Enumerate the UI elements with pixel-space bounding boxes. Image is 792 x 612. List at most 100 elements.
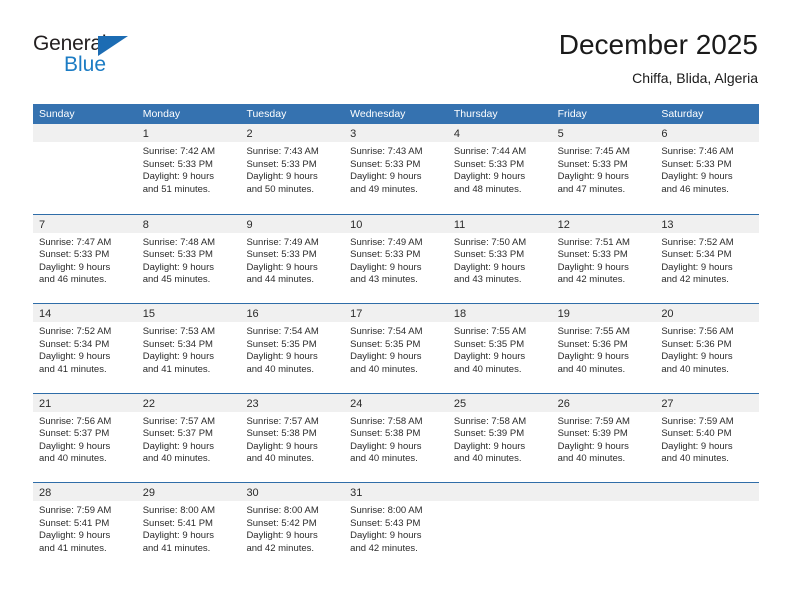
day-detail-line: and 40 minutes. (453, 363, 522, 375)
day-cell-18[interactable]: 18 Sunrise: 7:55 AM Sunset: 5:35 PM Dayligh… (447, 304, 552, 393)
day-detail-line: Sunset: 5:39 PM (557, 428, 628, 440)
day-number: 16 (246, 308, 259, 320)
day-cell-27[interactable]: 27 Sunrise: 7:59 AM Sunset: 5:40 PM Dayligh… (655, 393, 760, 483)
day-details: Sunrise: 7:47 AM Sunset: 5:33 PM Daylight:… (33, 233, 137, 287)
day-detail-line: Sunset: 5:42 PM (246, 517, 317, 529)
day-number: 6 (661, 128, 668, 140)
day-details: Sunrise: 7:48 AM Sunset: 5:33 PM Daylight:… (137, 233, 241, 287)
day-cell-10[interactable]: 10 Sunrise: 7:49 AM Sunset: 5:33 PM Dayligh… (344, 214, 448, 304)
day-cell-23[interactable]: 23 Sunrise: 7:57 AM Sunset: 5:38 PM Dayligh… (240, 393, 345, 483)
day-detail-line: Sunrise: 7:54 AM (350, 326, 423, 337)
day-detail-line: Daylight: 9 hours (661, 440, 733, 452)
day-cell-30[interactable]: 30 Sunrise: 8:00 AM Sunset: 5:42 PM Dayligh… (240, 483, 345, 572)
day-cell-1[interactable]: 1 Sunrise: 7:42 AM Sunset: 5:33 PM Daylight… (136, 124, 241, 214)
day-detail-line: Daylight: 9 hours (557, 171, 629, 183)
day-detail-line: Sunset: 5:33 PM (142, 249, 213, 261)
day-detail-line: and 40 minutes. (350, 453, 418, 465)
day-detail-line: Sunrise: 7:47 AM (39, 236, 112, 248)
day-details: Sunrise: 7:50 AM Sunset: 5:33 PM Daylight:… (448, 233, 552, 287)
day-cell-25[interactable]: 25 Sunrise: 7:58 AM Sunset: 5:39 PM Dayligh… (447, 393, 552, 483)
day-detail-line: Daylight: 9 hours (142, 440, 215, 452)
day-number: 9 (246, 218, 253, 231)
day-number: 18 (453, 308, 467, 320)
day-number-band: 14 (33, 304, 137, 322)
day-detail-line: Sunrise: 7:52 AM (661, 236, 734, 248)
day-detail-line: Sunrise: 7:45 AM (557, 146, 630, 157)
day-detail-line: Sunset: 5:33 PM (453, 249, 525, 261)
day-number: 8 (142, 218, 149, 231)
day-cell-20[interactable]: 20 Sunrise: 7:56 AM Sunset: 5:36 PM Dayligh… (655, 304, 760, 393)
day-detail-line: and 41 minutes. (142, 363, 211, 375)
day-cell-16[interactable]: 16 Sunrise: 7:54 AM Sunset: 5:35 PM Dayligh… (240, 304, 345, 393)
day-cell-14[interactable]: 14 Sunrise: 7:52 AM Sunset: 5:34 PM Dayligh… (33, 304, 137, 393)
day-cell-8[interactable]: 8 Sunrise: 7:48 AM Sunset: 5:33 PM Daylight… (136, 214, 241, 304)
day-number-band: 13 (655, 214, 760, 233)
day-details: Sunrise: 7:57 AM Sunset: 5:38 PM Daylight:… (240, 412, 344, 466)
day-detail-line: and 40 minutes. (39, 453, 107, 465)
day-details: Sunrise: 8:00 AM Sunset: 5:43 PM Daylight:… (344, 501, 448, 555)
day-detail-line: Daylight: 9 hours (453, 261, 526, 273)
day-detail-line: Daylight: 9 hours (557, 261, 629, 273)
day-detail-line: and 50 minutes. (246, 183, 315, 195)
weekday-header-saturday: Saturday (661, 108, 704, 120)
day-number: 1 (142, 128, 149, 140)
day-detail-line: Sunrise: 7:55 AM (557, 326, 630, 337)
day-cell-9[interactable]: 9 Sunrise: 7:49 AM Sunset: 5:33 PM Daylight… (240, 214, 345, 304)
day-detail-line: Daylight: 9 hours (557, 351, 629, 363)
calendar-week-row: 14 Sunrise: 7:52 AM Sunset: 5:34 PM Dayligh… (33, 303, 760, 393)
day-detail-line: and 49 minutes. (350, 183, 418, 195)
day-cell-3[interactable]: 3 Sunrise: 7:43 AM Sunset: 5:33 PM Daylight… (344, 124, 448, 214)
day-details (655, 501, 759, 505)
day-detail-line: and 40 minutes. (246, 363, 315, 375)
day-cell-12[interactable]: 12 Sunrise: 7:51 AM Sunset: 5:33 PM Dayligh… (551, 214, 656, 304)
day-number: 2 (246, 128, 253, 140)
day-cell-28[interactable]: 28 Sunrise: 7:59 AM Sunset: 5:41 PM Dayligh… (33, 483, 137, 572)
day-number-band: 26 (551, 393, 656, 412)
day-cell-empty (655, 483, 760, 572)
day-detail-line: and 40 minutes. (350, 363, 418, 375)
day-detail-line: Sunrise: 7:55 AM (453, 326, 527, 337)
day-detail-line: Daylight: 9 hours (453, 171, 526, 183)
day-cell-24[interactable]: 24 Sunrise: 7:58 AM Sunset: 5:38 PM Dayligh… (344, 393, 448, 483)
day-detail-line: Daylight: 9 hours (453, 440, 526, 452)
day-number-band: 31 (344, 483, 448, 501)
day-cell-7[interactable]: 7 Sunrise: 7:47 AM Sunset: 5:33 PM Daylight… (33, 214, 137, 304)
day-cell-2[interactable]: 2 Sunrise: 7:43 AM Sunset: 5:33 PM Daylight… (240, 124, 345, 214)
day-detail-line: Sunset: 5:33 PM (557, 158, 628, 170)
day-detail-line: Sunset: 5:33 PM (246, 158, 317, 170)
day-number: 25 (453, 397, 467, 410)
day-details: Sunrise: 7:53 AM Sunset: 5:34 PM Daylight:… (137, 322, 241, 376)
day-detail-line: Sunset: 5:36 PM (661, 338, 732, 350)
day-cell-11[interactable]: 11 Sunrise: 7:50 AM Sunset: 5:33 PM Dayligh… (447, 214, 552, 304)
day-cell-31[interactable]: 31 Sunrise: 8:00 AM Sunset: 5:43 PM Dayligh… (344, 483, 448, 572)
day-cell-4[interactable]: 4 Sunrise: 7:44 AM Sunset: 5:33 PM Daylight… (447, 124, 552, 214)
weekday-header-wednesday: Wednesday (350, 108, 406, 120)
day-cell-17[interactable]: 17 Sunrise: 7:54 AM Sunset: 5:35 PM Dayligh… (344, 304, 448, 393)
day-number-band: 27 (655, 393, 760, 412)
day-cell-5[interactable]: 5 Sunrise: 7:45 AM Sunset: 5:33 PM Daylight… (551, 124, 656, 214)
calendar-grid: Sunday Monday Tuesday Wednesday Thursday Frid… (33, 104, 760, 572)
day-cell-15[interactable]: 15 Sunrise: 7:53 AM Sunset: 5:34 PM Dayligh… (136, 304, 241, 393)
day-cell-22[interactable]: 22 Sunrise: 7:57 AM Sunset: 5:37 PM Dayligh… (136, 393, 241, 483)
day-cell-21[interactable]: 21 Sunrise: 7:56 AM Sunset: 5:37 PM Dayligh… (33, 393, 137, 483)
day-cell-26[interactable]: 26 Sunrise: 7:59 AM Sunset: 5:39 PM Dayligh… (551, 393, 656, 483)
day-number: 11 (453, 218, 466, 231)
day-details: Sunrise: 7:57 AM Sunset: 5:37 PM Daylight:… (137, 412, 241, 466)
day-number: 22 (142, 397, 155, 410)
day-detail-line: Sunset: 5:41 PM (39, 517, 110, 529)
day-cell-19[interactable]: 19 Sunrise: 7:55 AM Sunset: 5:36 PM Dayligh… (551, 304, 656, 393)
day-number: 13 (661, 218, 674, 231)
day-detail-line: and 40 minutes. (661, 453, 729, 465)
calendar-week-row: 21 Sunrise: 7:56 AM Sunset: 5:37 PM Dayligh… (33, 392, 760, 483)
day-number: 23 (246, 397, 259, 410)
calendar-week-row: 7 Sunrise: 7:47 AM Sunset: 5:33 PM Daylight… (33, 213, 760, 304)
day-detail-line: and 43 minutes. (453, 274, 522, 286)
day-cell-6[interactable]: 6 Sunrise: 7:46 AM Sunset: 5:33 PM Daylight… (655, 124, 760, 214)
day-cell-13[interactable]: 13 Sunrise: 7:52 AM Sunset: 5:34 PM Dayligh… (655, 214, 760, 304)
day-cell-29[interactable]: 29 Sunrise: 8:00 AM Sunset: 5:41 PM Dayligh… (136, 483, 241, 572)
day-detail-line: and 41 minutes. (39, 542, 107, 554)
day-details: Sunrise: 7:55 AM Sunset: 5:36 PM Daylight:… (552, 322, 656, 376)
day-detail-line: Sunrise: 7:54 AM (246, 326, 319, 337)
day-details: Sunrise: 7:54 AM Sunset: 5:35 PM Daylight:… (344, 322, 448, 376)
day-detail-line: Daylight: 9 hours (142, 261, 215, 273)
